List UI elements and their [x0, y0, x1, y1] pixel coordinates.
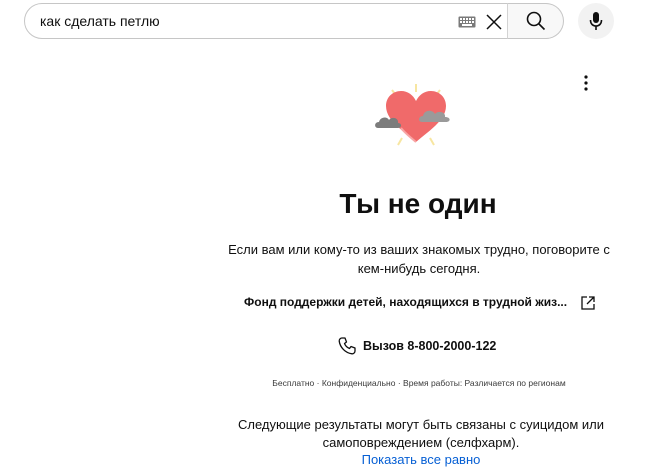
support-org-name: Фонд поддержки детей, находящихся в труд…: [244, 295, 568, 309]
hotline-details: Бесплатно · Конфиденциально · Время рабо…: [272, 378, 566, 388]
search-icon: [526, 11, 545, 31]
show-anyway-link[interactable]: Показать все равно: [226, 452, 616, 467]
close-icon[interactable]: [483, 11, 505, 33]
support-org-link[interactable]: Фонд поддержки детей, находящихся в труд…: [244, 292, 614, 314]
microphone-icon: [589, 12, 603, 30]
heart-clouds-illustration: [375, 84, 450, 146]
external-link-icon: [581, 296, 595, 310]
results-warning: Следующие результаты могут быть связаны …: [237, 417, 605, 450]
phone-icon: [338, 337, 356, 355]
keyboard-icon[interactable]: [458, 16, 476, 28]
search-button[interactable]: [507, 3, 564, 39]
search-box: [24, 3, 564, 39]
more-vertical-icon[interactable]: [577, 72, 595, 94]
support-description: Если вам или кому-то из ваших знакомых т…: [228, 242, 610, 276]
call-hotline-label: Вызов 8-800-2000-122: [363, 339, 497, 353]
search-input[interactable]: [40, 4, 450, 38]
voice-search-button[interactable]: [578, 3, 614, 39]
page-title: Ты не один: [339, 188, 497, 219]
